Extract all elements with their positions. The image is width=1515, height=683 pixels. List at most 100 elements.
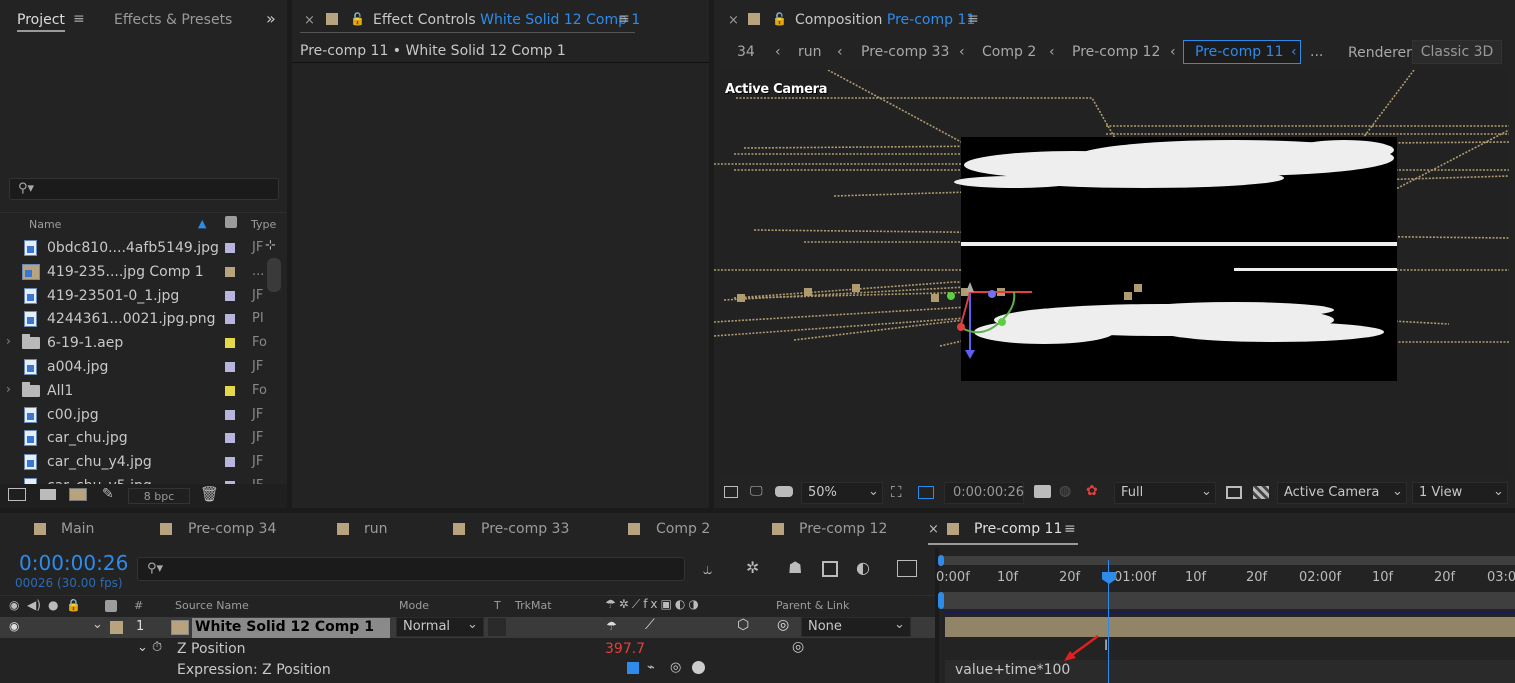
tab-effects-presets[interactable]: Effects & Presets: [114, 12, 232, 28]
timeline-start-marker[interactable]: [938, 592, 944, 609]
project-item[interactable]: 419-23501-0_1.jpg JF: [0, 284, 286, 308]
label-color-swatch[interactable]: [225, 362, 235, 372]
project-item[interactable]: 0bdc810....4afb5149.jpg JF: [0, 236, 286, 260]
project-item[interactable]: 419-235....jpg Comp 1...: [0, 260, 286, 284]
flowchart-icon[interactable]: ⊹: [265, 238, 276, 253]
tab-pre-comp-33[interactable]: Pre-comp 33: [481, 521, 569, 537]
project-item[interactable]: › 6-19-1.aep Fo: [0, 331, 286, 355]
project-item[interactable]: c00.jpg JF: [0, 403, 286, 427]
fast-previews-icon[interactable]: [1226, 486, 1242, 499]
column-trkmat[interactable]: TrkMat: [515, 599, 552, 612]
expression-graph-icon[interactable]: ⌁: [647, 660, 655, 675]
timeline-search-input[interactable]: ⚲▾: [137, 557, 685, 581]
expression-enable-icon[interactable]: [627, 662, 639, 674]
layer-label-swatch[interactable]: [110, 621, 123, 634]
video-eye-icon[interactable]: ◉: [9, 598, 19, 612]
tab-project[interactable]: Project: [17, 12, 65, 32]
lock-icon[interactable]: 🔓: [772, 12, 787, 26]
new-folder-icon[interactable]: [40, 489, 56, 500]
frame-blending-icon[interactable]: [822, 561, 838, 577]
timeline-divider[interactable]: [935, 548, 939, 683]
property-chevron-icon[interactable]: ⌄: [137, 640, 148, 655]
layer-duration-bar[interactable]: [945, 617, 1515, 637]
expression-language-menu-icon[interactable]: [692, 661, 705, 674]
breadcrumb-run[interactable]: run: [798, 44, 822, 60]
safe-margins-icon[interactable]: ⛶: [891, 483, 902, 501]
interpret-footage-icon[interactable]: [8, 488, 26, 501]
region-of-interest-icon[interactable]: [918, 486, 934, 499]
shy-layers-icon[interactable]: ☗: [788, 558, 802, 577]
composition-viewer[interactable]: Active Camera: [714, 70, 1509, 478]
tab-run[interactable]: run: [364, 521, 388, 537]
camera-view-dropdown[interactable]: Active Camera ⌄: [1277, 482, 1407, 504]
close-icon[interactable]: ×: [928, 522, 939, 537]
collapse-chevron-icon[interactable]: ⌄: [92, 617, 103, 632]
video-eye-icon[interactable]: ◉: [9, 619, 19, 633]
time-ruler[interactable]: [940, 566, 1515, 592]
label-color-swatch[interactable]: [225, 385, 235, 396]
column-name[interactable]: Name: [29, 218, 61, 231]
column-mode[interactable]: Mode: [399, 599, 429, 612]
trash-icon[interactable]: 🗑: [200, 485, 219, 503]
monitor-icon[interactable]: 🖵: [750, 484, 763, 499]
label-color-swatch[interactable]: [225, 338, 235, 349]
effect-controls-menu-icon[interactable]: ≡: [618, 11, 630, 27]
project-settings-icon[interactable]: ✎: [102, 486, 114, 502]
graph-editor-icon[interactable]: [897, 560, 917, 577]
label-color-swatch[interactable]: [225, 290, 235, 301]
project-item[interactable]: › All1 Fo: [0, 379, 286, 403]
show-snapshot-icon[interactable]: ◍: [1059, 483, 1071, 499]
shy-switch-icon[interactable]: ☂: [606, 619, 617, 633]
new-comp-icon[interactable]: [69, 488, 87, 501]
column-parent-link[interactable]: Parent & Link: [776, 599, 849, 612]
label-color-swatch[interactable]: [225, 314, 235, 325]
column-type[interactable]: Type: [251, 218, 276, 231]
project-item[interactable]: a004.jpg JF: [0, 355, 286, 379]
property-value[interactable]: 397.7: [605, 641, 645, 657]
pick-whip-icon[interactable]: ◎: [777, 617, 789, 633]
project-item[interactable]: car_chu_y5.jpgJF: [0, 474, 286, 484]
tab-pre-comp-11[interactable]: Pre-comp 11: [974, 521, 1062, 537]
project-item[interactable]: car_chu_y4.jpg JF: [0, 450, 286, 474]
label-color-swatch[interactable]: [225, 266, 235, 277]
project-item[interactable]: 4244361...0021.jpg.png PI: [0, 307, 286, 331]
layer-mode-dropdown[interactable]: Normal ⌄: [396, 617, 484, 637]
breadcrumb-pre-comp-12[interactable]: Pre-comp 12: [1072, 44, 1160, 60]
tab-pre-comp-12[interactable]: Pre-comp 12: [799, 521, 887, 537]
expression-pickwhip-icon[interactable]: ◎: [670, 660, 681, 675]
comp-flowchart-icon[interactable]: ⥿: [703, 559, 712, 579]
project-item[interactable]: car_chu.jpg JF: [0, 426, 286, 450]
tab-main[interactable]: Main: [61, 521, 94, 537]
project-search-input[interactable]: ⚲▾: [9, 178, 279, 200]
label-color-swatch[interactable]: [225, 457, 235, 468]
renderer-button[interactable]: Classic 3D: [1412, 40, 1502, 64]
tab-comp-2[interactable]: Comp 2: [656, 521, 710, 537]
lock-icon[interactable]: 🔒: [66, 598, 81, 612]
zoom-dropdown[interactable]: 50% ⌄: [801, 482, 883, 504]
expand-chevron-icon[interactable]: ›: [6, 382, 11, 396]
vr-goggles-icon[interactable]: [775, 486, 793, 497]
label-color-swatch[interactable]: [225, 243, 235, 253]
label-color-swatch[interactable]: [225, 433, 235, 444]
motion-blur-icon[interactable]: ◐: [856, 558, 870, 577]
transparency-grid-icon[interactable]: [1253, 486, 1269, 499]
draft-3d-icon[interactable]: ✲: [746, 558, 759, 577]
lock-icon[interactable]: 🔓: [350, 12, 365, 26]
channels-icon[interactable]: ✿: [1086, 483, 1098, 499]
quality-switch-icon[interactable]: ⟋: [645, 617, 655, 633]
snapshot-camera-icon[interactable]: [1034, 485, 1051, 498]
breadcrumb-comp-2[interactable]: Comp 2: [982, 44, 1036, 60]
expand-chevron-icon[interactable]: ›: [6, 334, 11, 348]
timeline-menu-icon[interactable]: ≡: [1064, 521, 1076, 537]
current-time-display[interactable]: 0:00:00:26: [19, 551, 128, 575]
breadcrumb-34[interactable]: 34: [737, 44, 755, 60]
solo-icon[interactable]: ●: [48, 598, 58, 612]
resolution-dropdown[interactable]: Full ⌄: [1114, 482, 1216, 504]
stopwatch-icon[interactable]: ⏱: [152, 640, 162, 655]
project-menu-icon[interactable]: ≡: [73, 11, 85, 27]
project-scrollbar[interactable]: [267, 258, 281, 292]
label-color-swatch[interactable]: [225, 409, 235, 420]
audio-icon[interactable]: ◀): [27, 598, 41, 612]
view-layout-dropdown[interactable]: 1 View ⌄: [1412, 482, 1508, 504]
bpc-button[interactable]: 8 bpc: [128, 488, 190, 504]
